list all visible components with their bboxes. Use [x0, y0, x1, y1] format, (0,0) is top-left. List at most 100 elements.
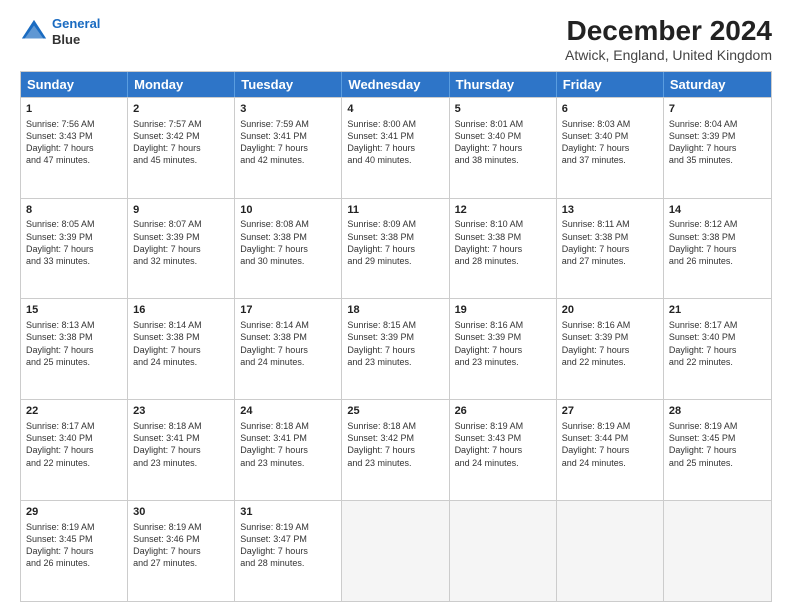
day-number: 12 [455, 203, 551, 218]
day-info: Sunrise: 8:16 AM Sunset: 3:39 PM Dayligh… [562, 320, 631, 366]
month-title: December 2024 [565, 16, 772, 47]
day-number: 7 [669, 102, 766, 117]
day-number: 9 [133, 203, 229, 218]
day-info: Sunrise: 8:19 AM Sunset: 3:43 PM Dayligh… [455, 421, 524, 467]
calendar-cell: 13Sunrise: 8:11 AM Sunset: 3:38 PM Dayli… [557, 199, 664, 299]
day-number: 14 [669, 203, 766, 218]
day-number: 28 [669, 404, 766, 419]
calendar-row-1: 8Sunrise: 8:05 AM Sunset: 3:39 PM Daylig… [21, 198, 771, 299]
day-number: 5 [455, 102, 551, 117]
header-day-saturday: Saturday [664, 72, 771, 97]
day-number: 4 [347, 102, 443, 117]
day-info: Sunrise: 8:17 AM Sunset: 3:40 PM Dayligh… [26, 421, 95, 467]
day-info: Sunrise: 8:18 AM Sunset: 3:41 PM Dayligh… [240, 421, 309, 467]
header-day-monday: Monday [128, 72, 235, 97]
logo-text: General Blue [52, 16, 100, 47]
calendar-row-2: 15 Sunrise: 8:13 AM Sunset: 3:38 PM Dayli… [21, 298, 771, 399]
day-number: 29 [26, 505, 122, 520]
day-number: 2 [133, 102, 229, 117]
calendar-cell: 31 Sunrise: 8:19 AM Sunset: 3:47 PM Dayli… [235, 501, 342, 601]
day-number: 15 [26, 303, 122, 318]
header-day-thursday: Thursday [450, 72, 557, 97]
calendar-cell: 11Sunrise: 8:09 AM Sunset: 3:38 PM Dayli… [342, 199, 449, 299]
day-number: 26 [455, 404, 551, 419]
calendar-row-4: 29Sunrise: 8:19 AM Sunset: 3:45 PM Dayli… [21, 500, 771, 601]
calendar-cell: 30 Sunrise: 8:19 AM Sunset: 3:46 PM Dayli… [128, 501, 235, 601]
day-number: 10 [240, 203, 336, 218]
day-number: 11 [347, 203, 443, 218]
calendar-cell: 27Sunrise: 8:19 AM Sunset: 3:44 PM Dayli… [557, 400, 664, 500]
day-number: 1 [26, 102, 122, 117]
logo-icon [20, 18, 48, 46]
calendar-cell: 26 Sunrise: 8:19 AM Sunset: 3:43 PM Dayli… [450, 400, 557, 500]
day-info: Sunrise: 8:10 AM Sunset: 3:38 PM Dayligh… [455, 219, 524, 265]
calendar-cell: 24 Sunrise: 8:18 AM Sunset: 3:41 PM Dayli… [235, 400, 342, 500]
calendar-row-3: 22Sunrise: 8:17 AM Sunset: 3:40 PM Dayli… [21, 399, 771, 500]
day-info: Sunrise: 8:12 AM Sunset: 3:38 PM Dayligh… [669, 219, 738, 265]
title-block: December 2024 Atwick, England, United Ki… [565, 16, 772, 63]
calendar-cell: 14Sunrise: 8:12 AM Sunset: 3:38 PM Dayli… [664, 199, 771, 299]
day-number: 8 [26, 203, 122, 218]
day-info: Sunrise: 8:09 AM Sunset: 3:38 PM Dayligh… [347, 219, 416, 265]
calendar-cell: 21Sunrise: 8:17 AM Sunset: 3:40 PM Dayli… [664, 299, 771, 399]
day-info: Sunrise: 7:56 AM Sunset: 3:43 PM Dayligh… [26, 119, 95, 165]
header-day-tuesday: Tuesday [235, 72, 342, 97]
day-number: 21 [669, 303, 766, 318]
calendar-header: SundayMondayTuesdayWednesdayThursdayFrid… [21, 72, 771, 97]
calendar-cell: 17Sunrise: 8:14 AM Sunset: 3:38 PM Dayli… [235, 299, 342, 399]
day-info: Sunrise: 7:57 AM Sunset: 3:42 PM Dayligh… [133, 119, 202, 165]
day-number: 13 [562, 203, 658, 218]
day-info: Sunrise: 8:14 AM Sunset: 3:38 PM Dayligh… [240, 320, 309, 366]
calendar-cell: 25 Sunrise: 8:18 AM Sunset: 3:42 PM Dayli… [342, 400, 449, 500]
day-number: 27 [562, 404, 658, 419]
calendar-cell: 22Sunrise: 8:17 AM Sunset: 3:40 PM Dayli… [21, 400, 128, 500]
calendar-cell: 10Sunrise: 8:08 AM Sunset: 3:38 PM Dayli… [235, 199, 342, 299]
day-number: 31 [240, 505, 336, 520]
day-info: Sunrise: 8:11 AM Sunset: 3:38 PM Dayligh… [562, 219, 630, 265]
calendar-cell: 8Sunrise: 8:05 AM Sunset: 3:39 PM Daylig… [21, 199, 128, 299]
day-info: Sunrise: 8:18 AM Sunset: 3:41 PM Dayligh… [133, 421, 202, 467]
logo: General Blue [20, 16, 100, 47]
calendar-cell [450, 501, 557, 601]
day-info: Sunrise: 8:19 AM Sunset: 3:45 PM Dayligh… [669, 421, 738, 467]
calendar-cell [664, 501, 771, 601]
day-info: Sunrise: 8:15 AM Sunset: 3:39 PM Dayligh… [347, 320, 416, 366]
day-info: Sunrise: 8:19 AM Sunset: 3:46 PM Dayligh… [133, 522, 202, 568]
day-number: 20 [562, 303, 658, 318]
calendar: SundayMondayTuesdayWednesdayThursdayFrid… [20, 71, 772, 602]
day-info: Sunrise: 8:16 AM Sunset: 3:39 PM Dayligh… [455, 320, 524, 366]
day-number: 23 [133, 404, 229, 419]
calendar-cell: 18Sunrise: 8:15 AM Sunset: 3:39 PM Dayli… [342, 299, 449, 399]
calendar-cell: 3Sunrise: 7:59 AM Sunset: 3:41 PM Daylig… [235, 98, 342, 198]
day-number: 25 [347, 404, 443, 419]
calendar-cell: 23 Sunrise: 8:18 AM Sunset: 3:41 PM Dayli… [128, 400, 235, 500]
calendar-cell: 16Sunrise: 8:14 AM Sunset: 3:38 PM Dayli… [128, 299, 235, 399]
day-info: Sunrise: 8:13 AM Sunset: 3:38 PM Dayligh… [26, 320, 95, 366]
location-subtitle: Atwick, England, United Kingdom [565, 47, 772, 63]
day-number: 24 [240, 404, 336, 419]
header-day-sunday: Sunday [21, 72, 128, 97]
calendar-cell: 19 Sunrise: 8:16 AM Sunset: 3:39 PM Dayli… [450, 299, 557, 399]
header-day-wednesday: Wednesday [342, 72, 449, 97]
day-info: Sunrise: 8:08 AM Sunset: 3:38 PM Dayligh… [240, 219, 309, 265]
calendar-cell: 1 Sunrise: 7:56 AM Sunset: 3:43 PM Daylig… [21, 98, 128, 198]
day-info: Sunrise: 8:18 AM Sunset: 3:42 PM Dayligh… [347, 421, 416, 467]
page: General Blue December 2024 Atwick, Engla… [0, 0, 792, 612]
calendar-body: 1 Sunrise: 7:56 AM Sunset: 3:43 PM Daylig… [21, 97, 771, 601]
day-info: Sunrise: 8:05 AM Sunset: 3:39 PM Dayligh… [26, 219, 95, 265]
calendar-cell [342, 501, 449, 601]
day-number: 16 [133, 303, 229, 318]
calendar-cell: 20 Sunrise: 8:16 AM Sunset: 3:39 PM Dayli… [557, 299, 664, 399]
day-info: Sunrise: 8:03 AM Sunset: 3:40 PM Dayligh… [562, 119, 631, 165]
day-info: Sunrise: 8:00 AM Sunset: 3:41 PM Dayligh… [347, 119, 416, 165]
calendar-cell: 29Sunrise: 8:19 AM Sunset: 3:45 PM Dayli… [21, 501, 128, 601]
day-info: Sunrise: 8:19 AM Sunset: 3:47 PM Dayligh… [240, 522, 309, 568]
day-number: 6 [562, 102, 658, 117]
calendar-cell: 15 Sunrise: 8:13 AM Sunset: 3:38 PM Dayli… [21, 299, 128, 399]
calendar-cell: 7Sunrise: 8:04 AM Sunset: 3:39 PM Daylig… [664, 98, 771, 198]
calendar-row-0: 1 Sunrise: 7:56 AM Sunset: 3:43 PM Daylig… [21, 97, 771, 198]
header-day-friday: Friday [557, 72, 664, 97]
day-number: 30 [133, 505, 229, 520]
day-info: Sunrise: 7:59 AM Sunset: 3:41 PM Dayligh… [240, 119, 309, 165]
day-number: 19 [455, 303, 551, 318]
